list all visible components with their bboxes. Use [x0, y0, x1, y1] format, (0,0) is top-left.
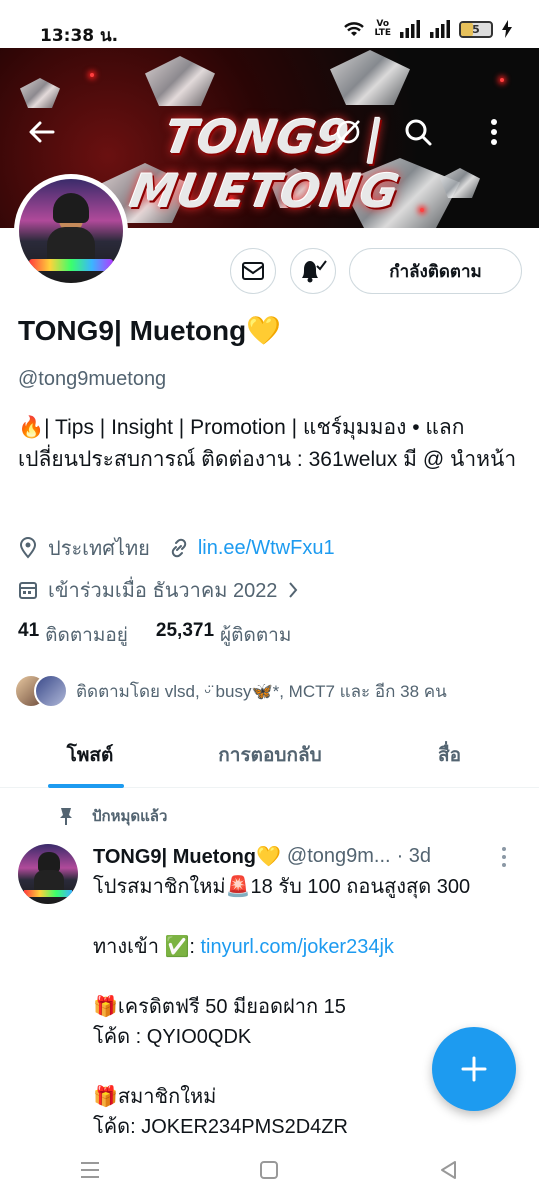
tab-media-label: สื่อ [437, 744, 461, 766]
recents-menu-icon[interactable] [80, 1161, 100, 1179]
chevron-right-icon [287, 579, 309, 601]
profile-avatar[interactable] [14, 174, 128, 288]
post-avatar[interactable] [18, 844, 78, 904]
search-button[interactable] [400, 114, 436, 150]
battery-level: 5 [472, 22, 480, 36]
meta-location-link: ประเทศไทย lin.ee/WtwFxu1 [18, 532, 335, 564]
post-line: โปรสมาชิกใหม่🚨18 รับ 100 ถอนสูงสุด 300 [93, 876, 471, 898]
envelope-icon [242, 262, 264, 280]
post-line [93, 902, 523, 932]
followers-label[interactable]: ผู้ติดตาม [220, 620, 291, 650]
system-nav-bar [0, 1140, 539, 1200]
pinned-indicator: ปักหมุดแล้ว [58, 804, 167, 828]
battery-icon: 5 [459, 20, 493, 38]
post-time[interactable]: · 3d [397, 845, 431, 868]
following-button[interactable]: กำลังติดตาม [349, 248, 522, 294]
post-author[interactable]: TONG9| Muetong💛 [93, 844, 281, 869]
tab-replies-label: การตอบกลับ [218, 744, 322, 766]
message-button[interactable] [230, 248, 276, 294]
charging-icon [502, 20, 512, 38]
followed-by[interactable]: ติดตามโดย vlsd, ᵕ̈ busy🦋*, MCT7 และ อีก … [14, 673, 447, 709]
follow-counts: 41 ติดตามอยู่ 25,371 ผู้ติดตาม [18, 620, 291, 650]
display-name: TONG9| Muetong💛 [18, 315, 282, 346]
followers-count[interactable]: 25,371 [156, 620, 214, 650]
status-bar: 13:38 น. Vo LTE 5 [0, 0, 539, 48]
volte-bottom: LTE [374, 28, 391, 38]
meta-joined[interactable]: เข้าร่วมเมื่อ ธันวาคม 2022 [18, 574, 317, 606]
more-vertical-icon [502, 847, 506, 867]
post-more-button[interactable] [500, 846, 508, 873]
tab-posts[interactable]: โพสต์ [0, 722, 180, 788]
avatar [19, 179, 123, 283]
location-icon [18, 537, 40, 559]
wifi-icon [344, 22, 365, 36]
calendar-icon [18, 579, 40, 601]
joined-text: เข้าร่วมเมื่อ ธันวาคม 2022 [48, 580, 278, 602]
post-header: TONG9| Muetong💛 @tong9m... · 3d [93, 844, 523, 869]
notifications-button[interactable] [290, 248, 336, 294]
profile-handle: @tong9muetong [18, 368, 167, 390]
home-square-icon[interactable] [259, 1160, 279, 1180]
tab-posts-label: โพสต์ [66, 744, 114, 766]
followed-by-text: ติดตามโดย vlsd, ᵕ̈ busy🦋*, MCT7 และ อีก … [76, 681, 447, 701]
plus-icon [461, 1056, 487, 1082]
grok-button[interactable] [330, 114, 366, 150]
post-link[interactable]: tinyurl.com/joker234jk [201, 936, 394, 958]
signal-icon-2 [430, 20, 450, 38]
more-button[interactable] [476, 114, 512, 150]
back-triangle-icon[interactable] [439, 1160, 459, 1180]
status-time: 13:38 น. [40, 26, 119, 46]
profile-bio: 🔥| Tips | Insight | Promotion | แชร์มุมม… [18, 416, 517, 471]
back-button[interactable] [24, 114, 60, 150]
post-line: 🎁เครดิตฟรี 50 มียอดฝาก 15 [93, 996, 346, 1018]
mutual-avatar-2 [34, 674, 68, 708]
status-icons: Vo LTE 5 [342, 20, 513, 38]
pin-icon [60, 808, 72, 825]
arrow-left-icon [29, 121, 55, 143]
search-icon [405, 119, 432, 146]
post-entry-label: ทางเข้า ✅: [93, 936, 201, 958]
post-handle[interactable]: @tong9m... [287, 845, 391, 868]
location-text: ประเทศไทย [48, 538, 150, 560]
grok-icon [336, 120, 360, 144]
signal-icon [400, 20, 420, 38]
compose-button[interactable] [432, 1027, 516, 1111]
volte-indicator: Vo LTE [374, 20, 391, 38]
following-count[interactable]: 41 [18, 620, 39, 650]
following-label[interactable]: ติดตามอยู่ [45, 620, 128, 650]
profile-tabs: โพสต์ การตอบกลับ สื่อ [0, 722, 539, 788]
tab-replies[interactable]: การตอบกลับ [180, 722, 360, 788]
post-line: โค้ด: JOKER234PMS2D4ZR [93, 1116, 348, 1138]
profile-link[interactable]: lin.ee/WtwFxu1 [198, 537, 335, 560]
post-line [93, 962, 523, 992]
bell-check-icon [302, 260, 327, 283]
more-vertical-icon [491, 119, 497, 145]
tab-underline [48, 784, 124, 788]
tab-media[interactable]: สื่อ [360, 722, 539, 788]
link-icon [168, 537, 190, 559]
pinned-label: ปักหมุดแล้ว [92, 807, 168, 825]
post-line: ทางเข้า ✅: tinyurl.com/joker234jk [93, 932, 523, 962]
